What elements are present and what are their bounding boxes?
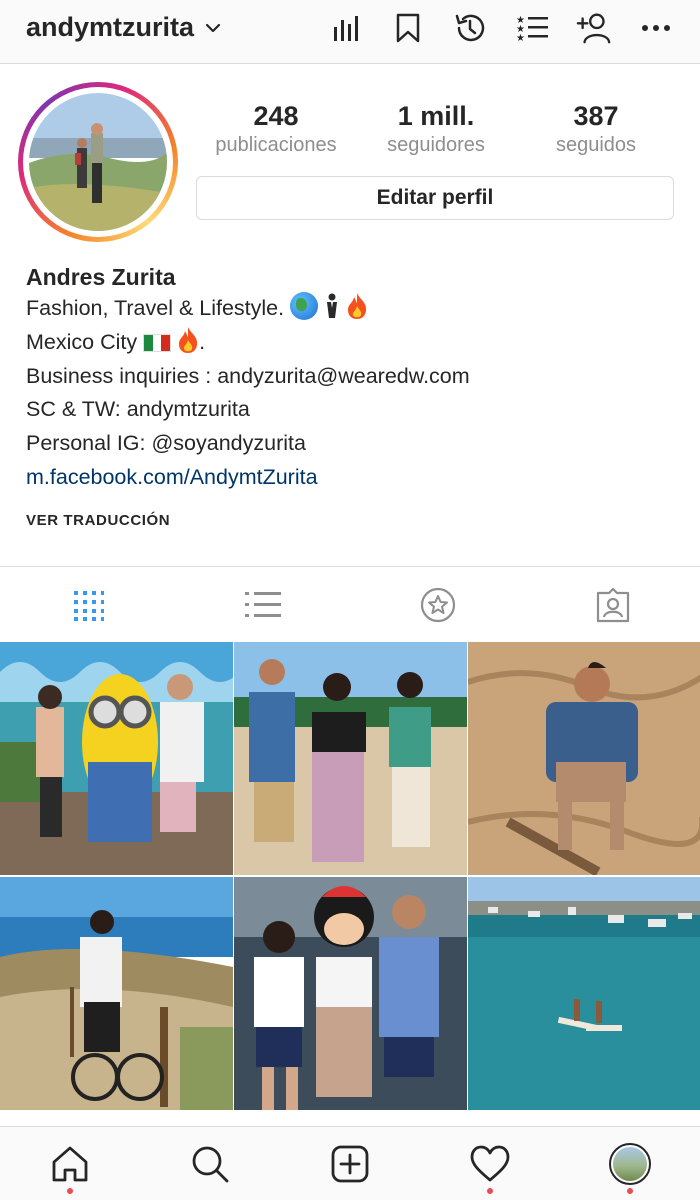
fire-emoji-icon	[348, 293, 367, 319]
profile-stats: 248 publicaciones 1 mill. seguidores 387…	[196, 100, 676, 158]
svg-text:★: ★	[516, 33, 525, 43]
bottom-nav	[0, 1126, 700, 1200]
tab-list[interactable]	[175, 567, 350, 642]
post-thumbnail[interactable]	[0, 642, 233, 875]
profile-avatar-ring[interactable]	[18, 82, 178, 242]
see-translation-button[interactable]: VER TRADUCCIÓN	[26, 512, 170, 529]
post-thumbnail[interactable]	[468, 877, 700, 1110]
tab-grid[interactable]	[0, 567, 175, 642]
globe-emoji-icon	[290, 292, 319, 320]
bookmark-icon[interactable]	[390, 10, 426, 46]
discover-people-icon[interactable]	[576, 10, 612, 46]
notification-dot	[627, 1188, 633, 1194]
username: andymtzurita	[26, 12, 195, 42]
fire-emoji-icon	[179, 326, 198, 353]
profile-avatar	[29, 93, 167, 231]
tagged-icon	[596, 587, 629, 622]
tab-saved[interactable]	[350, 567, 525, 642]
mexico-flag-emoji-icon	[143, 333, 172, 352]
insights-icon[interactable]	[328, 10, 364, 46]
list-icon	[244, 591, 281, 617]
nav-new-post[interactable]	[280, 1127, 420, 1200]
nav-search[interactable]	[140, 1127, 280, 1200]
post-thumbnail[interactable]	[234, 642, 467, 875]
more-icon[interactable]	[638, 10, 674, 46]
archive-icon[interactable]	[452, 10, 488, 46]
activity-icon	[470, 1145, 510, 1181]
nav-home[interactable]	[0, 1127, 140, 1200]
followers-label: seguidores	[387, 134, 485, 156]
posts-count: 248	[253, 101, 299, 131]
post-thumbnail[interactable]	[0, 877, 233, 1110]
bio-line-2: Mexico City .	[26, 326, 686, 360]
bio-text-2: Mexico City	[26, 329, 138, 354]
bio-line-3: Business inquiries : andyzurita@wearedw.…	[26, 363, 470, 388]
edit-profile-button[interactable]: Editar perfil	[196, 176, 674, 220]
nav-profile[interactable]	[560, 1127, 700, 1200]
bio-text-1: Fashion, Travel & Lifestyle.	[26, 296, 285, 320]
grid-icon	[73, 590, 104, 621]
following-label: seguidos	[555, 134, 637, 156]
close-friends-icon[interactable]: ★ ★ ★	[514, 10, 550, 46]
chevron-down-icon	[205, 23, 221, 32]
suit-emoji-icon	[327, 293, 338, 318]
bio-line-5: Personal IG: @soyandyzurita	[26, 431, 306, 456]
post-thumbnail[interactable]	[468, 642, 700, 875]
post-thumbnail[interactable]	[234, 877, 467, 1110]
bio: Andres Zurita Fashion, Travel & Lifestyl…	[26, 262, 686, 495]
full-name: Andres Zurita	[26, 264, 176, 290]
following-count: 387	[573, 101, 619, 131]
notification-dot	[487, 1188, 493, 1194]
stat-followers[interactable]: 1 mill. seguidores	[356, 100, 516, 158]
search-icon	[192, 1146, 229, 1182]
post-grid	[0, 642, 700, 1110]
stat-following[interactable]: 387 seguidos	[516, 100, 676, 158]
profile-tabs	[0, 566, 700, 642]
top-bar: andymtzurita ★ ★ ★	[0, 0, 700, 64]
followers-count: 1 mill.	[397, 101, 475, 131]
notification-dot	[67, 1188, 73, 1194]
posts-label: publicaciones	[215, 134, 337, 156]
bio-line-4: SC & TW: andymtzurita	[26, 397, 250, 422]
home-icon	[52, 1146, 88, 1181]
star-icon	[420, 587, 455, 622]
bio-line-1: Fashion, Travel & Lifestyle.	[26, 292, 686, 326]
bio-text-2-end: .	[199, 329, 206, 354]
account-switcher[interactable]: andymtzurita	[26, 12, 222, 43]
tab-tagged[interactable]	[525, 567, 700, 642]
profile-avatar-icon	[609, 1142, 651, 1185]
stat-posts[interactable]: 248 publicaciones	[196, 100, 356, 158]
new-post-icon	[331, 1145, 369, 1182]
nav-activity[interactable]	[420, 1127, 560, 1200]
bio-website-link[interactable]: m.facebook.com/AndymtZurita	[26, 461, 686, 495]
